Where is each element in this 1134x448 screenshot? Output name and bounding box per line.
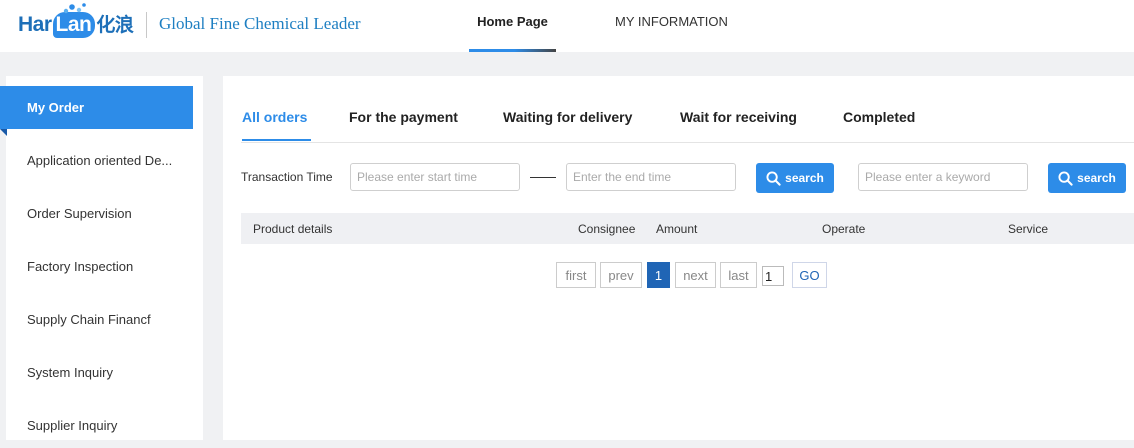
- start-time-input[interactable]: [350, 163, 520, 191]
- tab-waiting-for-delivery[interactable]: Waiting for delivery: [503, 109, 632, 125]
- page-number-input[interactable]: [762, 266, 784, 286]
- harlan-logo[interactable]: Har Lan 化浪: [18, 3, 134, 42]
- sidebar-item-my-order[interactable]: My Order: [0, 86, 193, 129]
- sidebar-item-label: Factory Inspection: [27, 259, 134, 274]
- sidebar-fold-corner: [0, 129, 7, 136]
- nav-my-information[interactable]: MY INFORMATION: [615, 14, 728, 29]
- date-range-dash: [530, 177, 556, 178]
- keyword-input[interactable]: [858, 163, 1028, 191]
- column-consignee: Consignee: [578, 222, 636, 236]
- column-service: Service: [1008, 222, 1049, 236]
- tab-wait-for-receiving[interactable]: Wait for receiving: [680, 109, 797, 125]
- search-icon: [1058, 170, 1073, 186]
- search-label: search: [785, 171, 824, 185]
- sidebar-item-label: Application oriented De...: [27, 153, 173, 168]
- main-panel: All orders For the payment Waiting for d…: [223, 76, 1134, 440]
- tab-all-orders[interactable]: All orders: [242, 109, 307, 125]
- pager-prev-button[interactable]: prev: [600, 262, 642, 288]
- keyword-search-button[interactable]: search: [1048, 163, 1126, 193]
- column-operate: Operate: [822, 222, 866, 236]
- pager-next-button[interactable]: next: [675, 262, 716, 288]
- pager-last-button[interactable]: last: [720, 262, 757, 288]
- logo-chinese: 化浪: [96, 13, 134, 36]
- sidebar-item-order-supervision[interactable]: Order Supervision: [6, 193, 193, 236]
- tab-active-underline: [242, 139, 311, 141]
- logo-har: Har: [18, 12, 52, 36]
- sidebar-item-label: System Inquiry: [27, 365, 113, 380]
- tab-for-the-payment[interactable]: For the payment: [349, 109, 458, 125]
- sidebar-item-factory-inspection[interactable]: Factory Inspection: [6, 246, 193, 289]
- transaction-time-label: Transaction Time: [241, 170, 333, 184]
- sidebar: Application oriented De... Order Supervi…: [6, 76, 203, 440]
- top-header: Har Lan 化浪 Global Fine Chemical Leader Hom…: [0, 0, 1134, 52]
- date-search-button[interactable]: search: [756, 163, 834, 193]
- sidebar-item-label: Order Supervision: [27, 206, 132, 221]
- nav-home-page[interactable]: Home Page: [469, 14, 556, 29]
- pager-first-button[interactable]: first: [556, 262, 596, 288]
- end-time-input[interactable]: [566, 163, 736, 191]
- tagline: Global Fine Chemical Leader: [159, 14, 361, 33]
- logo-dots-icon: [63, 3, 86, 14]
- column-product-details: Product details: [253, 222, 333, 236]
- nav-active-underline: [469, 49, 556, 52]
- sidebar-item-system-inquiry[interactable]: System Inquiry: [6, 352, 193, 395]
- sidebar-item-label: Supplier Inquiry: [27, 418, 118, 433]
- pager-current-page[interactable]: 1: [647, 262, 670, 288]
- sidebar-item-supply-chain[interactable]: Supply Chain Financf: [6, 299, 193, 342]
- sidebar-item-supplier-inquiry[interactable]: Supplier Inquiry: [6, 405, 193, 448]
- search-icon: [766, 170, 781, 186]
- pager-go-button[interactable]: GO: [792, 262, 827, 288]
- sidebar-item-application[interactable]: Application oriented De...: [6, 140, 193, 183]
- logo-divider: [146, 12, 147, 38]
- sidebar-active-label: My Order: [27, 100, 85, 115]
- orders-table-header: Product details Consignee Amount Operate…: [241, 213, 1134, 244]
- tabs-divider: [241, 142, 1134, 143]
- search-label: search: [1077, 171, 1116, 185]
- tab-completed[interactable]: Completed: [843, 109, 915, 125]
- sidebar-item-label: Supply Chain Financf: [27, 312, 151, 327]
- column-amount: Amount: [656, 222, 698, 236]
